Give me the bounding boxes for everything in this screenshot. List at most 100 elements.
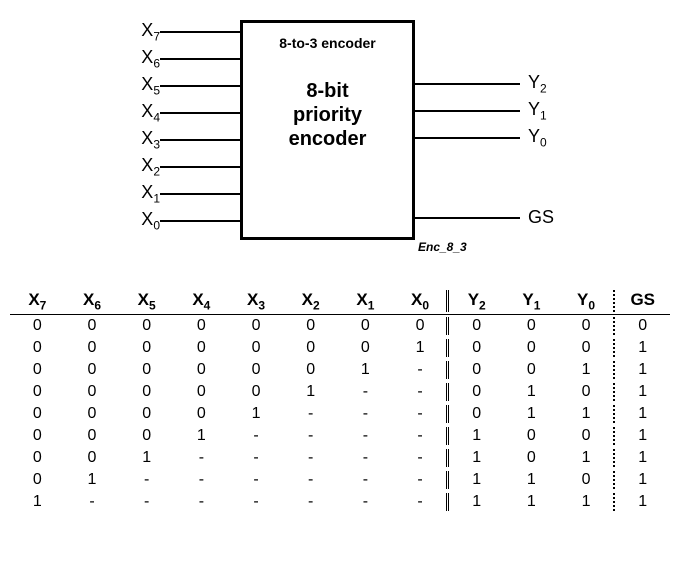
tt-cell-gs: 1	[613, 427, 670, 445]
tt-cell: 0	[119, 427, 174, 445]
wire-in	[160, 139, 240, 141]
input-label: X2	[130, 155, 160, 179]
input-label: X6	[130, 47, 160, 71]
tt-cell: -	[283, 427, 338, 445]
tt-header-cell: Y2	[446, 290, 504, 312]
box-subtitle-1: 8-bit	[243, 79, 412, 103]
input-label: X3	[130, 128, 160, 152]
tt-cell: 1	[119, 449, 174, 467]
tt-cell: 0	[229, 361, 284, 379]
input-label: X0	[130, 209, 160, 233]
wire-out	[415, 83, 520, 85]
tt-cell: -	[393, 449, 448, 467]
input-label: X7	[130, 20, 160, 44]
tt-cell: 0	[174, 405, 229, 423]
input-label: X5	[130, 74, 160, 98]
tt-cell: -	[65, 493, 120, 511]
truth-table: X7X6X5X4X3X2X1X0Y2Y1Y0GS 000000000000000…	[10, 290, 670, 513]
input-line-x0: X0	[130, 207, 240, 234]
tt-cell-gs: 1	[613, 405, 670, 423]
box-subtitle-2: priority	[243, 103, 412, 127]
table-row: 000000010001	[10, 337, 670, 359]
tt-cell: 0	[338, 317, 393, 335]
tt-cell: 0	[65, 339, 120, 357]
tt-cell: -	[338, 405, 393, 423]
tt-cell: 0	[283, 361, 338, 379]
tt-cell: -	[283, 405, 338, 423]
tt-cell: -	[119, 471, 174, 489]
tt-cell: -	[393, 471, 448, 489]
tt-cell: 0	[504, 427, 559, 445]
tt-cell: 0	[559, 427, 614, 445]
tt-header-cell: X2	[283, 290, 338, 312]
tt-cell: 0	[65, 383, 120, 401]
wire-in	[160, 220, 240, 222]
table-row: 000001--0101	[10, 381, 670, 403]
wire-out-gs	[415, 217, 520, 219]
table-row: 000000000000	[10, 315, 670, 337]
tt-cell: -	[174, 493, 229, 511]
box-title: 8-to-3 encoder	[243, 35, 412, 51]
tt-cell: 0	[10, 339, 65, 357]
tt-cell: 1	[559, 449, 614, 467]
wire-in	[160, 193, 240, 195]
table-row: 001-----1011	[10, 447, 670, 469]
tt-cell: 0	[559, 317, 614, 335]
tt-cell: 0	[229, 383, 284, 401]
output-label: Y2	[528, 72, 547, 96]
tt-cell: 1	[446, 427, 504, 445]
tt-cell: 0	[65, 405, 120, 423]
tt-header-cell: Y1	[504, 290, 559, 312]
tt-cell: 0	[10, 471, 65, 489]
tt-cell: 0	[446, 339, 504, 357]
encoder-box: 8-to-3 encoder 8-bit priority encoder	[240, 20, 415, 240]
tt-cell: 0	[174, 361, 229, 379]
tt-cell: 1	[504, 383, 559, 401]
tt-cell: 0	[174, 339, 229, 357]
tt-cell: 0	[65, 427, 120, 445]
tt-cell-gs: 1	[613, 383, 670, 401]
tt-cell: 0	[65, 449, 120, 467]
wire-in	[160, 112, 240, 114]
tt-header-cell-gs: GS	[613, 290, 670, 312]
table-row: 01------1101	[10, 469, 670, 491]
input-line-x4: X4	[130, 99, 240, 126]
tt-cell: 1	[504, 405, 559, 423]
tt-cell: -	[393, 493, 448, 511]
tt-header-cell: X7	[10, 290, 65, 312]
tt-cell: -	[229, 427, 284, 445]
tt-cell: 0	[10, 383, 65, 401]
tt-cell: 0	[446, 383, 504, 401]
tt-cell: -	[393, 361, 448, 379]
tt-cell: 0	[338, 339, 393, 357]
input-label: X1	[130, 182, 160, 206]
tt-cell: 0	[283, 339, 338, 357]
tt-cell: -	[338, 493, 393, 511]
tt-cell: 0	[229, 339, 284, 357]
tt-cell: 0	[10, 361, 65, 379]
table-row: 00001---0111	[10, 403, 670, 425]
tt-cell: 0	[446, 405, 504, 423]
tt-cell: 0	[65, 317, 120, 335]
tt-cell: 1	[10, 493, 65, 511]
tt-header-cell: X3	[229, 290, 284, 312]
tt-cell: 1	[338, 361, 393, 379]
tt-cell: 0	[283, 317, 338, 335]
tt-cell: 1	[559, 405, 614, 423]
tt-cell: 1	[446, 471, 504, 489]
entity-label: Enc_8_3	[418, 240, 467, 254]
wire-out	[415, 110, 520, 112]
tt-cell: 0	[10, 317, 65, 335]
tt-cell: -	[174, 471, 229, 489]
tt-cell: -	[229, 493, 284, 511]
input-line-x1: X1	[130, 180, 240, 207]
tt-cell: -	[393, 383, 448, 401]
tt-cell-gs: 1	[613, 493, 670, 511]
table-row: 0001----1001	[10, 425, 670, 447]
input-line-x5: X5	[130, 72, 240, 99]
tt-cell: -	[283, 449, 338, 467]
wire-in	[160, 85, 240, 87]
tt-cell: 1	[229, 405, 284, 423]
tt-cell: 0	[446, 361, 504, 379]
label-gs: GS	[528, 207, 554, 228]
